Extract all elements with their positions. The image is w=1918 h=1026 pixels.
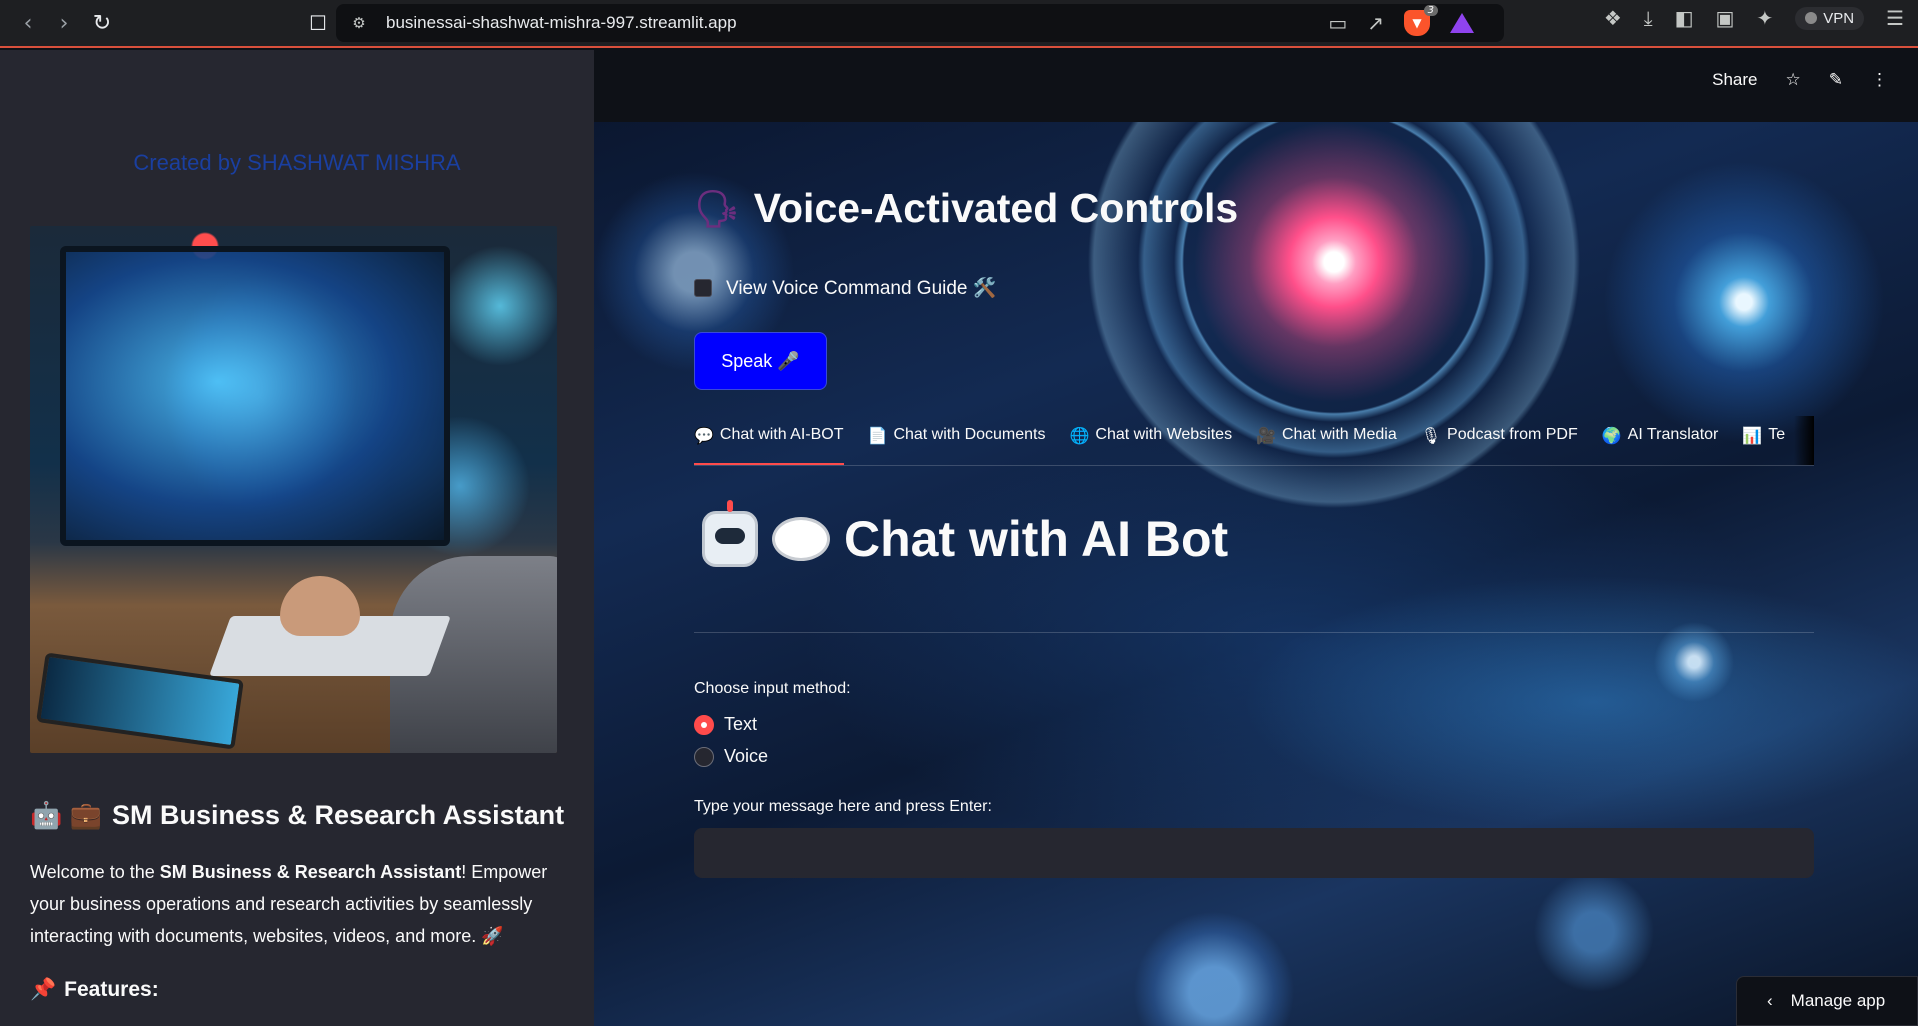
tab-truncated[interactable]: 📊 Te [1742, 416, 1786, 465]
welcome-bold: SM Business & Research Assistant [159, 862, 462, 882]
tab-label: Chat with Media [1282, 426, 1397, 443]
chat-ai-bot-heading: Chat with AI Bot [702, 500, 1229, 568]
brave-rewards-icon[interactable] [1450, 13, 1474, 33]
wallet-icon[interactable]: ▣ [1716, 6, 1735, 30]
chat-title-text: Chat with AI Bot [844, 511, 1229, 567]
tab-scroll-fade [1794, 416, 1814, 465]
radio-button-checked[interactable] [694, 714, 714, 735]
voice-guide-checkbox[interactable]: View Voice Command Guide 🛠️ [694, 276, 996, 300]
edit-icon[interactable]: ✎ [1829, 70, 1843, 90]
bookmark-icon[interactable]: ☐ [300, 11, 336, 35]
background-artwork [594, 122, 1918, 1026]
pushpin-icon: 📌 [30, 978, 57, 1001]
forward-icon[interactable]: › [46, 5, 82, 41]
tab-label: Podcast from PDF [1447, 426, 1578, 443]
radio-option-voice[interactable]: Voice [694, 746, 768, 767]
tab-chat-websites[interactable]: 🌐 Chat with Websites [1069, 416, 1233, 465]
voice-controls-heading: 🗣 Voice-Activated Controls [694, 185, 1238, 232]
speak-button[interactable]: Speak 🎤 [694, 332, 827, 390]
vpn-button[interactable]: VPN [1795, 6, 1865, 30]
back-icon[interactable]: ‹ [10, 5, 46, 41]
address-bar[interactable]: ⚙ businessai-shashwat-mishra-997.streaml… [336, 4, 1504, 42]
share-button[interactable]: Share [1712, 70, 1757, 90]
url-text[interactable]: businessai-shashwat-mishra-997.streamlit… [386, 13, 737, 33]
media-icon: 🎥 [1256, 428, 1276, 445]
cast-icon[interactable]: ▭ [1328, 11, 1347, 35]
illustration-monitor [60, 246, 450, 546]
voice-title-text: Voice-Activated Controls [753, 185, 1239, 231]
brave-shields-icon[interactable]: ▼ 3 [1404, 5, 1438, 36]
chat-bubble-icon: 💬 [694, 428, 714, 445]
guide-label: View Voice Command Guide 🛠️ [726, 278, 997, 299]
input-method-label: Choose input method: [694, 680, 851, 697]
radio-label: Voice [724, 746, 769, 766]
radio-option-text[interactable]: Text [694, 714, 757, 735]
message-input[interactable] [694, 828, 1814, 878]
checkbox-box[interactable] [694, 279, 712, 297]
earth-icon: 🌍 [1601, 428, 1622, 445]
tab-chat-media[interactable]: 🎥 Chat with Media [1256, 416, 1397, 465]
menu-icon[interactable]: ☰ [1886, 6, 1904, 30]
robot-icon [702, 500, 758, 567]
sidebar-icon[interactable]: ◧ [1675, 6, 1694, 30]
tab-chat-documents[interactable]: 📄 Chat with Documents [867, 416, 1046, 465]
speech-bubble-icon [772, 517, 830, 561]
microphone-icon: 🎙 [1420, 428, 1442, 445]
features-heading: 📌 Features: [30, 978, 159, 1002]
browser-toolbar: ‹ › ↻ ☐ ⚙ businessai-shashwat-mishra-997… [0, 0, 1918, 48]
star-icon[interactable]: ☆ [1786, 70, 1801, 90]
robot-briefcase-icon: 🤖 💼 [30, 800, 102, 830]
app-header: Share ☆ ✎ ⋮ [594, 50, 1918, 122]
sidebar-title: 🤖 💼 SM Business & Research Assistant [30, 800, 564, 831]
manage-app-label: Manage app [1790, 991, 1886, 1010]
vpn-label: VPN [1823, 9, 1855, 27]
share-icon[interactable]: ↗ [1367, 11, 1384, 35]
tab-label: Chat with AI-BOT [719, 426, 844, 443]
manage-app-button[interactable]: ‹ Manage app [1736, 976, 1918, 1026]
tab-ai-translator[interactable]: 🌍 AI Translator [1601, 416, 1719, 465]
chart-icon: 📊 [1742, 428, 1763, 445]
created-by-credit: Created by SHASHWAT MISHRA [133, 150, 461, 175]
leo-ai-icon[interactable]: ✦ [1756, 6, 1773, 30]
tab-podcast-pdf[interactable]: 🎙 Podcast from PDF [1420, 416, 1578, 465]
illustration-hand [280, 576, 360, 636]
globe-icon: 🌐 [1069, 428, 1090, 445]
feature-tabs: 💬 Chat with AI-BOT 📄 Chat with Documents 🌐… [694, 416, 1814, 466]
features-label: Features: [64, 978, 159, 1001]
sidebar-title-text: SM Business & Research Assistant [111, 800, 565, 830]
tab-chat-ai-bot[interactable]: 💬 Chat with AI-BOT [694, 416, 844, 465]
tab-label: AI Translator [1627, 426, 1719, 443]
ai-brain-illustration [30, 226, 557, 753]
vpn-status-icon [1805, 12, 1818, 24]
radio-label: Text [724, 714, 758, 734]
tab-label: Te [1768, 426, 1786, 443]
extensions-icon[interactable]: ❖ [1604, 6, 1622, 30]
brave-shields-badge: 3 [1423, 5, 1438, 16]
message-input-label: Type your message here and press Enter: [694, 798, 992, 815]
document-icon: 📄 [867, 428, 888, 445]
site-info-icon[interactable]: ⚙ [348, 12, 370, 34]
tab-label: Chat with Documents [893, 426, 1046, 443]
radio-button[interactable] [694, 746, 714, 767]
welcome-prefix: Welcome to the [30, 862, 160, 882]
speaking-head-icon: 🗣 [694, 187, 740, 229]
tab-label: Chat with Websites [1095, 426, 1233, 443]
divider [694, 632, 1814, 633]
reload-icon[interactable]: ↻ [84, 5, 120, 41]
main-area: Share ☆ ✎ ⋮ 🗣 Voice-Activated Controls V… [594, 50, 1918, 1026]
sidebar: Created by SHASHWAT MISHRA 🤖 💼 SM Busine… [0, 50, 594, 1026]
chevron-left-icon: ‹ [1767, 991, 1773, 1010]
more-options-icon[interactable]: ⋮ [1871, 70, 1888, 90]
welcome-text: Welcome to the SM Business & Research As… [30, 856, 570, 952]
download-icon[interactable]: ⤓ [1644, 6, 1653, 30]
